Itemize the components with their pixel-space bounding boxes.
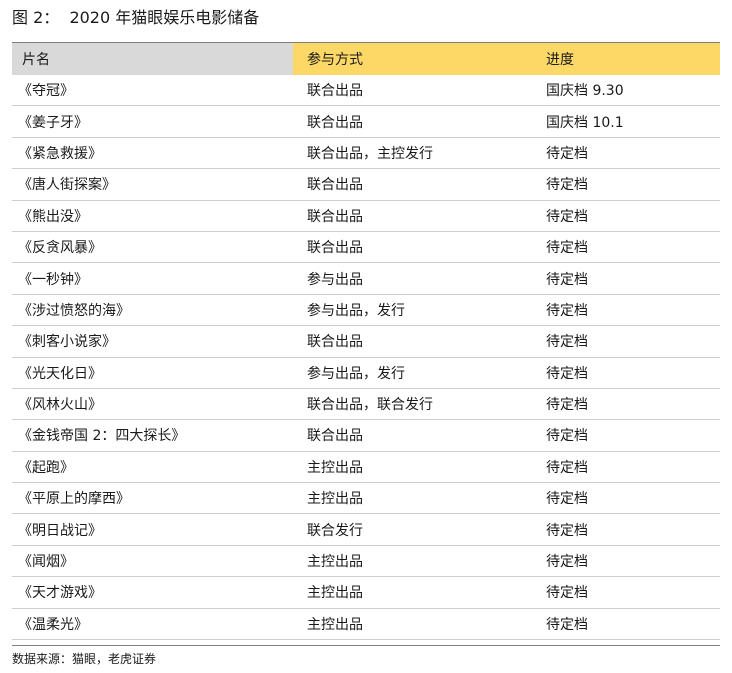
header-title: 片名 (12, 43, 293, 75)
progress-cell: 待定档 (546, 177, 588, 194)
progress-cell: 待定档 (546, 240, 588, 257)
movie-title-cell: 《唐人街探案》 (18, 177, 116, 194)
table-row: 《涉过愤怒的海》 参与出品，发行 待定档 (12, 295, 720, 327)
table-row: 《夺冠》 联合出品 国庆档 9.30 (12, 75, 720, 107)
movie-title-cell: 《夺冠》 (18, 83, 74, 100)
participation-cell: 联合出品，联合发行 (307, 397, 433, 414)
movie-title-cell: 《明日战记》 (18, 522, 102, 539)
participation-cell: 联合出品，主控发行 (307, 145, 433, 162)
movie-title-cell: 《熊出没》 (18, 208, 88, 225)
participation-cell: 联合出品 (307, 83, 363, 100)
header-participation: 参与方式 (293, 43, 532, 75)
movie-title-cell: 《金钱帝国 2：四大探长》 (18, 428, 186, 445)
table-row: 《风林火山》 联合出品，联合发行 待定档 (12, 389, 720, 421)
movie-title-cell: 《紧急救援》 (18, 145, 102, 162)
participation-cell: 主控出品 (307, 459, 363, 476)
participation-cell: 主控出品 (307, 554, 363, 571)
table-row: 《闻烟》 主控出品 待定档 (12, 546, 720, 578)
figure-title: 图 2： 2020 年猫眼娱乐电影储备 (12, 8, 260, 27)
movie-title-cell: 《风林火山》 (18, 397, 102, 414)
table-row: 《金钱帝国 2：四大探长》 联合出品 待定档 (12, 420, 720, 452)
progress-cell: 国庆档 10.1 (546, 114, 624, 131)
header-progress: 进度 (532, 43, 720, 75)
movie-title-cell: 《刺客小说家》 (18, 334, 116, 351)
participation-cell: 联合出品 (307, 240, 363, 257)
movie-title-cell: 《平原上的摩西》 (18, 491, 130, 508)
movie-title-cell: 《反贪风暴》 (18, 240, 102, 257)
movie-reserve-table: 片名 参与方式 进度 《夺冠》 联合出品 国庆档 9.30 《姜子牙》 联合出品 国庆档 … (12, 42, 720, 641)
participation-cell: 参与出品，发行 (307, 302, 405, 319)
progress-cell: 待定档 (546, 616, 588, 633)
table-row: 《刺客小说家》 联合出品 待定档 (12, 326, 720, 358)
table-row: 《反贪风暴》 联合出品 待定档 (12, 232, 720, 264)
progress-cell: 待定档 (546, 554, 588, 571)
progress-cell: 待定档 (546, 334, 588, 351)
progress-cell: 待定档 (546, 459, 588, 476)
participation-cell: 联合出品 (307, 428, 363, 445)
progress-cell: 待定档 (546, 585, 588, 602)
participation-cell: 参与出品，发行 (307, 365, 405, 382)
participation-cell: 联合出品 (307, 114, 363, 131)
movie-title-cell: 《温柔光》 (18, 616, 88, 633)
progress-cell: 待定档 (546, 491, 588, 508)
progress-cell: 待定档 (546, 428, 588, 445)
progress-cell: 待定档 (546, 145, 588, 162)
progress-cell: 国庆档 9.30 (546, 83, 624, 100)
participation-cell: 主控出品 (307, 585, 363, 602)
progress-cell: 待定档 (546, 522, 588, 539)
progress-cell: 待定档 (546, 397, 588, 414)
table-row: 《熊出没》 联合出品 待定档 (12, 201, 720, 232)
movie-title-cell: 《涉过愤怒的海》 (18, 302, 130, 319)
table-row: 《一秒钟》 参与出品 待定档 (12, 263, 720, 295)
table-header: 片名 参与方式 进度 (12, 43, 720, 75)
progress-cell: 待定档 (546, 271, 588, 288)
table-row: 《明日战记》 联合发行 待定档 (12, 514, 720, 546)
table-row: 《紧急救援》 联合出品，主控发行 待定档 (12, 138, 720, 170)
table-row: 《起跑》 主控出品 待定档 (12, 452, 720, 484)
progress-cell: 待定档 (546, 365, 588, 382)
participation-cell: 参与出品 (307, 271, 363, 288)
table-row: 《平原上的摩西》 主控出品 待定档 (12, 483, 720, 515)
table-row: 《姜子牙》 联合出品 国庆档 10.1 (12, 106, 720, 138)
movie-title-cell: 《闻烟》 (18, 554, 74, 571)
movie-title-cell: 《一秒钟》 (18, 271, 88, 288)
participation-cell: 联合出品 (307, 334, 363, 351)
participation-cell: 联合出品 (307, 208, 363, 225)
bottom-rule (12, 645, 720, 646)
movie-title-cell: 《天才游戏》 (18, 585, 102, 602)
table-row: 《温柔光》 主控出品 待定档 (12, 609, 720, 641)
participation-cell: 联合发行 (307, 522, 363, 539)
table-row: 《光天化日》 参与出品，发行 待定档 (12, 358, 720, 389)
participation-cell: 主控出品 (307, 616, 363, 633)
progress-cell: 待定档 (546, 302, 588, 319)
table-row: 《天才游戏》 主控出品 待定档 (12, 577, 720, 609)
movie-title-cell: 《起跑》 (18, 459, 74, 476)
movie-title-cell: 《光天化日》 (18, 365, 102, 382)
progress-cell: 待定档 (546, 208, 588, 225)
table-body: 《夺冠》 联合出品 国庆档 9.30 《姜子牙》 联合出品 国庆档 10.1 《紧急救援》联… (12, 75, 720, 641)
data-source: 数据来源：猫眼，老虎证券 (12, 652, 157, 666)
movie-title-cell: 《姜子牙》 (18, 114, 88, 131)
participation-cell: 联合出品 (307, 177, 363, 194)
table-row: 《唐人街探案》 联合出品 待定档 (12, 169, 720, 201)
participation-cell: 主控出品 (307, 491, 363, 508)
